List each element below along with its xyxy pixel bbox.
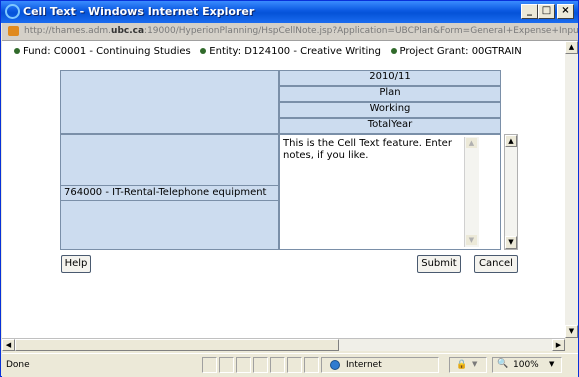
zoom-pane[interactable]: 🔍 100% ▼ bbox=[492, 357, 562, 373]
corner-header-cell bbox=[60, 70, 279, 134]
close-button[interactable]: × bbox=[557, 4, 574, 19]
bullet-icon bbox=[200, 47, 207, 54]
horizontal-scroll-thumb[interactable] bbox=[15, 339, 339, 351]
bullet-icon bbox=[14, 47, 20, 54]
column-header-version: Working bbox=[279, 102, 501, 118]
scrollbar-corner bbox=[565, 338, 578, 351]
browser-window: Cell Text - Windows Internet Explorer _ … bbox=[0, 0, 579, 377]
status-pane bbox=[270, 357, 285, 373]
zoom-level: 100% bbox=[513, 360, 539, 370]
pov-project: Project Grant: 00GTRAIN bbox=[399, 46, 522, 57]
page-vertical-scrollbar[interactable]: ▲ ▼ bbox=[565, 41, 578, 338]
page-icon bbox=[8, 26, 19, 36]
lock-icon: 🔒 bbox=[456, 360, 468, 370]
minimize-button[interactable]: _ bbox=[521, 4, 538, 19]
address-bar[interactable]: http://thames.adm.ubc.ca:19000/HyperionP… bbox=[2, 23, 578, 41]
protected-mode-pane[interactable]: 🔒 ▼ bbox=[449, 357, 487, 373]
title-bar: Cell Text - Windows Internet Explorer _ … bbox=[1, 1, 578, 23]
scroll-left-arrow[interactable]: ◀ bbox=[2, 339, 15, 351]
bullet-icon bbox=[390, 47, 397, 54]
scroll-up-arrow[interactable]: ▲ bbox=[465, 137, 478, 149]
status-pane bbox=[287, 357, 302, 373]
zone-label: Internet bbox=[346, 360, 382, 370]
cell-text-value[interactable]: This is the Cell Text feature. Enter not… bbox=[283, 138, 463, 162]
address-url[interactable]: http://thames.adm.ubc.ca:19000/HyperionP… bbox=[24, 26, 578, 36]
scroll-down-arrow[interactable]: ▼ bbox=[505, 236, 517, 249]
column-header-scenario: Plan bbox=[279, 86, 501, 102]
page-horizontal-scrollbar[interactable]: ◀ ▶ bbox=[2, 338, 565, 351]
ie-icon bbox=[5, 4, 20, 19]
status-pane bbox=[219, 357, 234, 373]
cancel-button[interactable]: Cancel bbox=[474, 255, 518, 273]
help-button[interactable]: Help bbox=[61, 255, 91, 273]
zoom-icon: 🔍 bbox=[497, 359, 509, 369]
scroll-up-arrow[interactable]: ▲ bbox=[505, 135, 517, 147]
column-header-period: TotalYear bbox=[279, 118, 501, 134]
chevron-down-icon: ▼ bbox=[472, 360, 478, 368]
submit-button[interactable]: Submit bbox=[417, 255, 461, 273]
chevron-down-icon: ▼ bbox=[549, 360, 555, 368]
globe-icon bbox=[330, 360, 340, 370]
pov-entity: Entity: D124100 - Creative Writing bbox=[209, 46, 381, 57]
pov-bar: Fund: C0001 - Continuing Studies Entity:… bbox=[14, 46, 522, 57]
status-bar: Done Internet 🔒 ▼ 🔍 100% ▼ bbox=[2, 353, 578, 377]
status-pane bbox=[253, 357, 268, 373]
row-header-account: 764000 - IT-Rental-Telephone equipment bbox=[61, 185, 278, 201]
maximize-button[interactable]: □ bbox=[538, 4, 555, 19]
scroll-down-arrow[interactable]: ▼ bbox=[565, 325, 578, 338]
status-text: Done bbox=[6, 360, 30, 370]
scroll-right-arrow[interactable]: ▶ bbox=[552, 339, 565, 351]
cell-text-area[interactable]: This is the Cell Text feature. Enter not… bbox=[279, 134, 501, 250]
zone-pane: Internet bbox=[321, 357, 439, 373]
status-pane bbox=[236, 357, 251, 373]
textarea-scrollbar[interactable]: ▲ ▼ bbox=[464, 137, 479, 247]
cell-scrollbar[interactable]: ▲ ▼ bbox=[504, 134, 518, 250]
status-pane bbox=[304, 357, 319, 373]
window-title: Cell Text - Windows Internet Explorer bbox=[23, 5, 255, 18]
pov-fund: Fund: C0001 - Continuing Studies bbox=[23, 46, 191, 57]
row-header-block: 764000 - IT-Rental-Telephone equipment bbox=[60, 134, 279, 250]
scroll-down-arrow[interactable]: ▼ bbox=[465, 234, 478, 246]
column-header-year: 2010/11 bbox=[279, 70, 501, 86]
status-pane bbox=[202, 357, 217, 373]
scroll-up-arrow[interactable]: ▲ bbox=[565, 41, 578, 54]
page-content: Fund: C0001 - Continuing Studies Entity:… bbox=[2, 41, 565, 338]
